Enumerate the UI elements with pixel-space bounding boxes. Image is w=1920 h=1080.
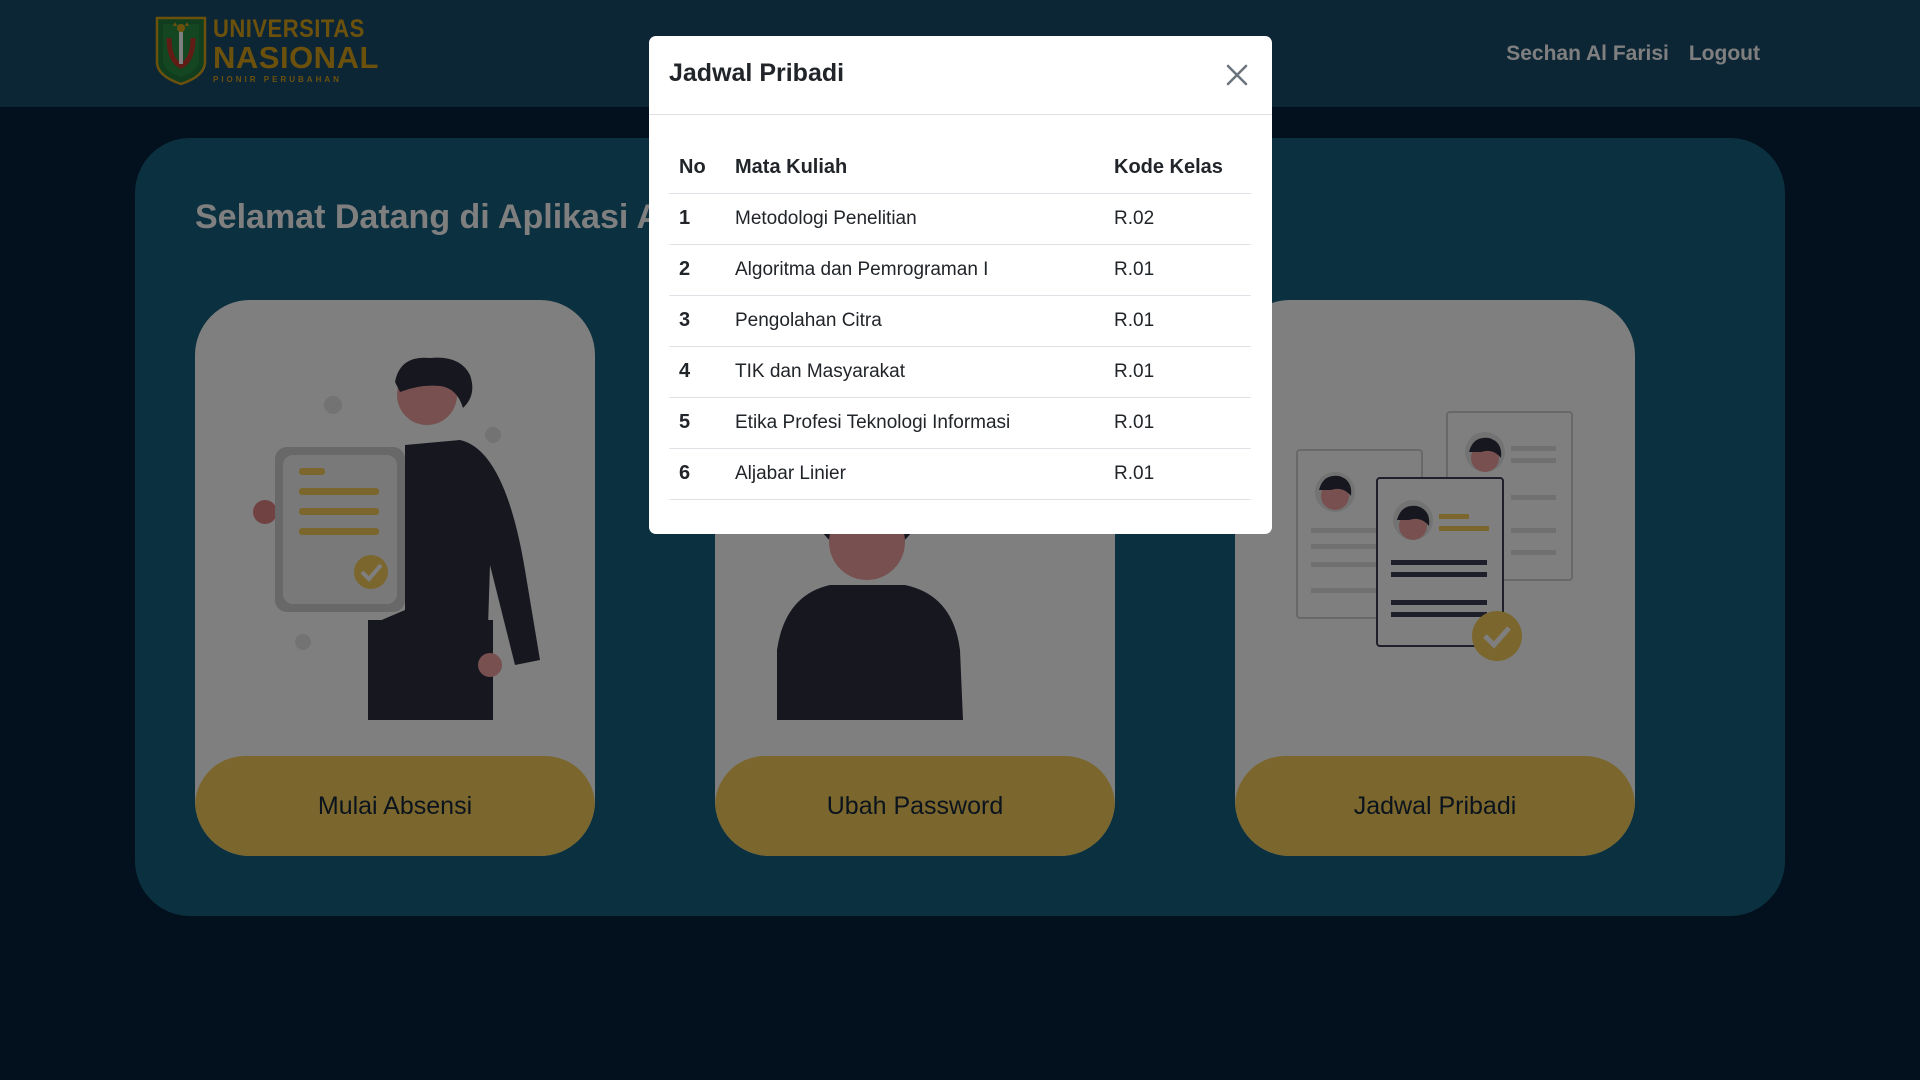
cell-no: 4 <box>669 346 725 398</box>
cell-no: 6 <box>669 448 725 500</box>
cell-no: 3 <box>669 295 725 347</box>
cell-kode-kelas: R.01 <box>1104 244 1251 296</box>
table-row: 1 Metodologi Penelitian R.02 <box>669 193 1251 245</box>
cell-kode-kelas: R.01 <box>1104 295 1251 347</box>
cell-kode-kelas: R.01 <box>1104 346 1251 398</box>
cell-kode-kelas: R.01 <box>1104 448 1251 500</box>
modal-title: Jadwal Pribadi <box>669 59 845 87</box>
cell-kode-kelas: R.01 <box>1104 397 1251 449</box>
table-row: 5 Etika Profesi Teknologi Informasi R.01 <box>669 397 1251 449</box>
table-row: 6 Aljabar Linier R.01 <box>669 448 1251 500</box>
close-icon <box>1226 64 1248 86</box>
cell-mata-kuliah: Aljabar Linier <box>725 448 1104 500</box>
cell-no: 5 <box>669 397 725 449</box>
cell-no: 1 <box>669 193 725 245</box>
cell-mata-kuliah: Pengolahan Citra <box>725 295 1104 347</box>
jadwal-pribadi-modal: Jadwal Pribadi No Mata Kuliah Kode Kelas… <box>649 36 1272 534</box>
cell-mata-kuliah: Etika Profesi Teknologi Informasi <box>725 397 1104 449</box>
cell-kode-kelas: R.02 <box>1104 193 1251 245</box>
table-row: 2 Algoritma dan Pemrograman I R.01 <box>669 244 1251 296</box>
cell-no: 2 <box>669 244 725 296</box>
cell-mata-kuliah: TIK dan Masyarakat <box>725 346 1104 398</box>
modal-body: No Mata Kuliah Kode Kelas 1 Metodologi P… <box>649 115 1272 500</box>
schedule-table: No Mata Kuliah Kode Kelas 1 Metodologi P… <box>669 143 1251 500</box>
table-row: 3 Pengolahan Citra R.01 <box>669 295 1251 347</box>
table-row: 4 TIK dan Masyarakat R.01 <box>669 346 1251 398</box>
header-no: No <box>669 143 725 194</box>
header-mata-kuliah: Mata Kuliah <box>725 143 1104 194</box>
cell-mata-kuliah: Algoritma dan Pemrograman I <box>725 244 1104 296</box>
modal-header: Jadwal Pribadi <box>649 36 1272 115</box>
table-header-row: No Mata Kuliah Kode Kelas <box>669 143 1251 194</box>
modal-close-button[interactable] <box>1220 58 1254 92</box>
header-kode-kelas: Kode Kelas <box>1104 143 1251 194</box>
cell-mata-kuliah: Metodologi Penelitian <box>725 193 1104 245</box>
